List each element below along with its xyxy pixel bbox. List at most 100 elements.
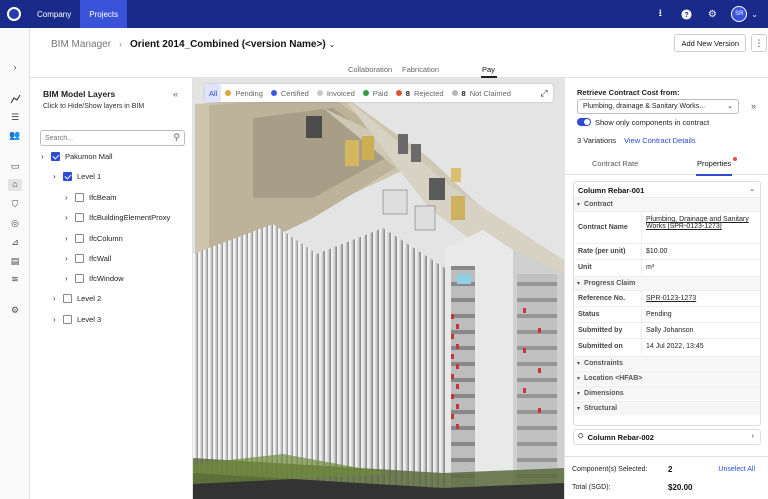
filter-pending[interactable]: Pending	[221, 84, 267, 102]
section-structural[interactable]: ▾ Structural	[574, 401, 760, 415]
layer-checkbox[interactable]	[63, 293, 72, 303]
chevron-down-icon[interactable]: ⌄	[749, 185, 755, 193]
more-options-icon[interactable]: ⋮	[751, 34, 767, 52]
chevron-right-icon[interactable]: ›	[65, 254, 75, 263]
chevron-right-icon[interactable]: ›	[53, 315, 63, 324]
tab-fabrication[interactable]: Fabrication	[402, 65, 439, 74]
reference-link[interactable]: SPR-0123-1273	[642, 291, 760, 306]
chevron-down-icon: ▾	[577, 406, 581, 412]
layer-search[interactable]: ⚲	[40, 130, 185, 146]
layer-checkbox[interactable]	[51, 151, 60, 161]
chevron-right-icon[interactable]: ›	[752, 433, 754, 440]
building-model-render[interactable]	[193, 78, 564, 499]
chevron-right-icon[interactable]: ›	[53, 294, 63, 303]
tree-row-ifcwindow[interactable]: › IfcWindow	[65, 271, 124, 285]
chevron-down-icon[interactable]: ⌄	[751, 10, 758, 19]
tab-properties[interactable]: Properties	[697, 159, 731, 168]
nav-tab-company[interactable]: Company	[28, 0, 80, 28]
layer-checkbox[interactable]	[75, 233, 84, 243]
sub-tabs: Collaboration Fabrication Pay	[30, 60, 768, 78]
bim-3d-viewer[interactable]: All Pending Certified Invoiced Paid 8 Re…	[193, 78, 564, 499]
tree-row-pakumon-mall[interactable]: › Pakumon Mall	[41, 149, 113, 163]
filter-certified[interactable]: Certified	[267, 84, 313, 102]
section-constraints[interactable]: ▾ Constraints	[574, 356, 760, 370]
section-contract[interactable]: ▾ Contract	[574, 197, 760, 211]
user-avatar[interactable]: SR	[731, 6, 748, 22]
tab-collaboration[interactable]: Collaboration	[348, 65, 392, 74]
layer-checkbox[interactable]	[63, 171, 72, 181]
add-new-version-button[interactable]: Add New Version	[674, 34, 746, 52]
tree-row-level-1[interactable]: › Level 1	[53, 169, 101, 183]
tree-row-ifcbuildingelementproxy[interactable]: › IfcBuildingElementProxy	[65, 210, 170, 224]
settings-icon[interactable]: ⚙	[8, 305, 22, 317]
field-key: Status	[574, 307, 642, 322]
section-progress-claim[interactable]: ▾ Progress Claim	[574, 276, 760, 290]
help-icon[interactable]: ?	[673, 0, 699, 28]
layer-checkbox[interactable]	[63, 314, 72, 324]
fullscreen-expand-icon[interactable]: ⤢	[537, 86, 551, 100]
collapse-panel-icon[interactable]: «	[173, 89, 178, 99]
version-chevron-down-icon[interactable]: ⌄	[329, 40, 336, 49]
layer-checkbox[interactable]	[75, 212, 84, 222]
card-icon[interactable]: ▭	[8, 161, 22, 173]
selected-label: Component(s) Selected:	[572, 466, 648, 473]
filter-all[interactable]: All	[205, 84, 222, 102]
analytics-icon[interactable]: ≋	[8, 274, 22, 286]
tab-pay[interactable]: Pay	[482, 65, 495, 74]
contract-select[interactable]: Plumbing, drainage & Sanitary Works... ⌄	[577, 99, 739, 114]
shield-icon[interactable]: ⛉	[8, 199, 22, 211]
chevron-down-icon: ▾	[577, 376, 581, 382]
bim-model-icon[interactable]: ⌂	[8, 179, 22, 191]
chevron-right-icon[interactable]: ›	[65, 193, 75, 202]
tree-row-ifcbeam[interactable]: › IfcBeam	[65, 190, 117, 204]
team-icon[interactable]: 👥	[8, 130, 22, 142]
tab-contract-rate[interactable]: Contract Rate	[592, 159, 638, 168]
app-logo-icon[interactable]	[0, 0, 28, 28]
field-key: Contract Name	[574, 212, 642, 243]
layer-checkbox[interactable]	[75, 273, 84, 283]
layer-checkbox[interactable]	[75, 253, 84, 263]
tree-row-ifcwall[interactable]: › IfcWall	[65, 251, 111, 265]
tree-row-level-3[interactable]: › Level 3	[53, 312, 101, 326]
show-components-toggle[interactable]	[577, 118, 591, 126]
chevron-right-icon[interactable]: ›	[41, 152, 51, 161]
unselect-all-link[interactable]: Unselect All	[718, 466, 755, 473]
chevron-right-icon[interactable]: ›	[65, 274, 75, 283]
chart-icon[interactable]: ▤	[8, 256, 22, 268]
tree-row-level-2[interactable]: › Level 2	[53, 291, 101, 305]
chevron-down-icon[interactable]: ⌄	[727, 102, 733, 110]
field-contract-name: Contract Name Plumbing, Drainage and San…	[574, 211, 760, 243]
contract-name-link[interactable]: Plumbing, Drainage and Sanitary Works [S…	[642, 212, 760, 243]
filter-not-claimed[interactable]: 8 Not Claimed	[448, 84, 515, 102]
download-icon[interactable]: ⭳	[647, 0, 673, 28]
filter-invoiced[interactable]: Invoiced	[313, 84, 359, 102]
layer-checkbox[interactable]	[75, 192, 84, 202]
breadcrumb-module[interactable]: BIM Manager	[51, 39, 111, 50]
layer-label: IfcWall	[89, 253, 112, 263]
search-icon[interactable]: ⚲	[173, 132, 180, 143]
chevron-right-icon[interactable]: ›	[65, 234, 75, 243]
layer-search-input[interactable]	[41, 131, 161, 145]
check-circle-icon[interactable]: ◎	[8, 218, 22, 230]
chevron-right-icon[interactable]: ›	[65, 213, 75, 222]
section-location[interactable]: ▾ Location <HFAB>	[574, 371, 760, 385]
model-version-title[interactable]: Orient 2014_Combined (<version Name>)	[130, 39, 326, 50]
section-dimensions[interactable]: ▾ Dimensions	[574, 386, 760, 400]
report-icon[interactable]: ⊿	[8, 237, 22, 249]
field-value: m³	[646, 264, 655, 271]
filter-rejected[interactable]: 8 Rejected	[392, 84, 448, 102]
nav-tab-projects[interactable]: Projects	[80, 0, 128, 28]
total-label: Total (SGD):	[572, 484, 611, 491]
chevron-right-icon[interactable]: ›	[53, 172, 63, 181]
component-card-rebar-002[interactable]: ⛭ Column Rebar-002 ›	[573, 429, 761, 445]
field-value: 14 Jul 2022, 13:45	[646, 343, 704, 350]
collapse-right-panel-icon[interactable]: »	[751, 101, 756, 111]
dashboard-icon[interactable]	[8, 94, 22, 106]
tree-row-ifccolumn[interactable]: › IfcColumn	[65, 231, 123, 245]
view-contract-details-link[interactable]: View Contract Details	[624, 136, 696, 145]
filter-paid[interactable]: Paid	[359, 84, 392, 102]
field-key: Submitted on	[574, 339, 642, 354]
settings-gear-icon[interactable]: ⚙	[699, 0, 725, 28]
list-icon[interactable]: ☰	[8, 112, 22, 124]
expand-rail-chevron-icon[interactable]: ›	[8, 62, 22, 74]
